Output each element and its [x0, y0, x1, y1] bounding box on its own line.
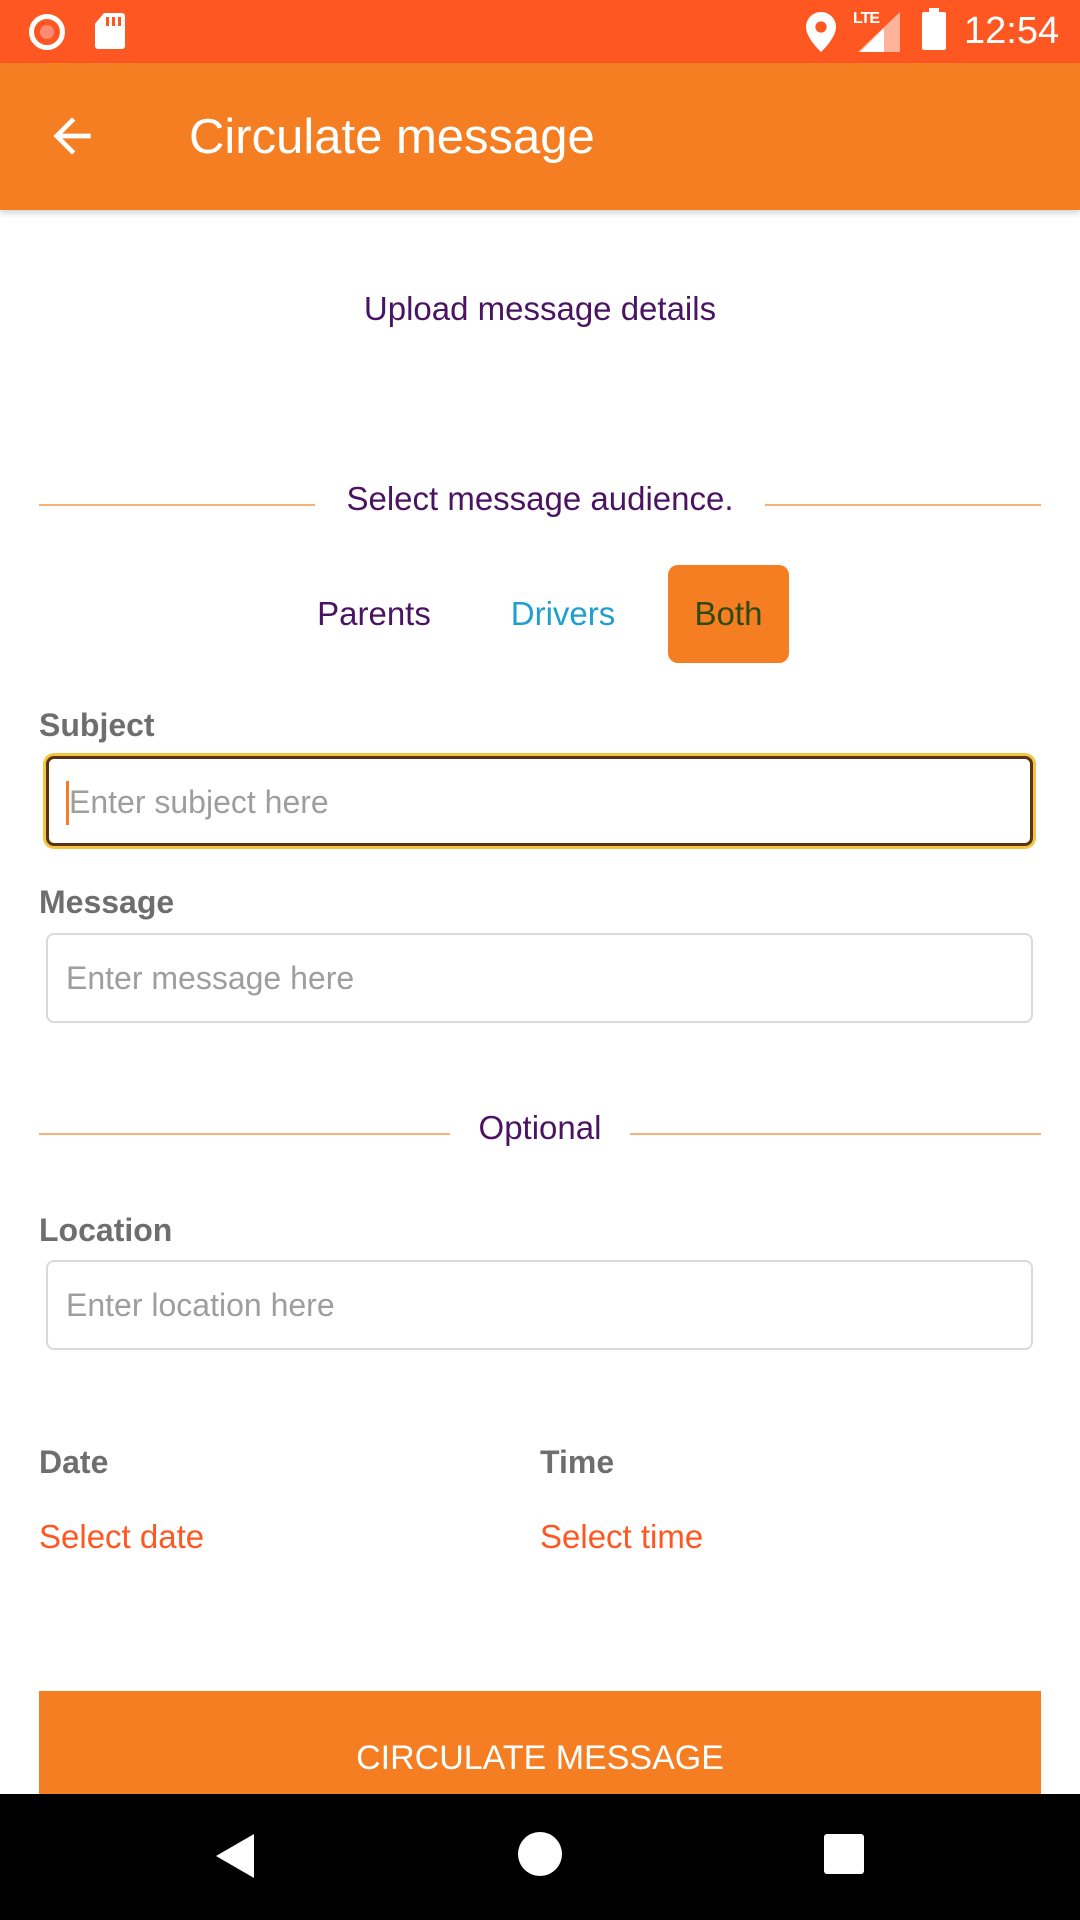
- sd-card-icon: [95, 13, 125, 49]
- location-input[interactable]: Enter location here: [46, 1260, 1033, 1350]
- subject-label: Subject: [39, 707, 155, 743]
- page-title: Circulate message: [189, 110, 595, 164]
- subject-placeholder: Enter subject here: [69, 784, 329, 820]
- upload-heading: Upload message details: [363, 290, 717, 327]
- audience-option-both[interactable]: Both: [668, 565, 789, 663]
- time-label: Time: [540, 1444, 615, 1480]
- location-placeholder: Enter location here: [66, 1287, 335, 1323]
- location-label: Location: [39, 1212, 173, 1248]
- arrow-left-icon[interactable]: [44, 108, 100, 164]
- nav-recents-icon[interactable]: [824, 1834, 864, 1874]
- circulate-message-button[interactable]: CIRCULATE MESSAGE: [39, 1691, 1041, 1794]
- audience-option-drivers[interactable]: Drivers: [492, 565, 634, 663]
- navigation-bar: [0, 1794, 1080, 1920]
- message-placeholder: Enter message here: [66, 960, 355, 996]
- nav-home-icon[interactable]: [518, 1832, 562, 1876]
- record-icon: [29, 14, 65, 50]
- status-time: 12:54: [964, 10, 1060, 52]
- app-bar: Circulate message: [0, 63, 1080, 210]
- divider-line-right: [765, 504, 1041, 506]
- network-type: LTE: [853, 10, 880, 27]
- status-bar: LTE 12:54: [0, 0, 1080, 63]
- location-icon: [806, 12, 836, 52]
- divider-line-right: [630, 1133, 1041, 1135]
- nav-back-icon[interactable]: [216, 1834, 254, 1878]
- audience-heading: Select message audience.: [346, 480, 734, 517]
- date-label: Date: [39, 1444, 109, 1480]
- message-input[interactable]: Enter message here: [46, 933, 1033, 1023]
- optional-heading: Optional: [478, 1109, 602, 1146]
- select-date-link[interactable]: Select date: [39, 1518, 204, 1556]
- audience-divider: Select message audience.: [39, 480, 1041, 530]
- subject-input[interactable]: Enter subject here: [46, 756, 1033, 846]
- message-label: Message: [39, 884, 175, 920]
- select-time-link[interactable]: Select time: [540, 1518, 703, 1556]
- optional-divider: Optional: [39, 1109, 1041, 1159]
- battery-icon: [922, 8, 946, 50]
- audience-option-parents[interactable]: Parents: [300, 565, 448, 663]
